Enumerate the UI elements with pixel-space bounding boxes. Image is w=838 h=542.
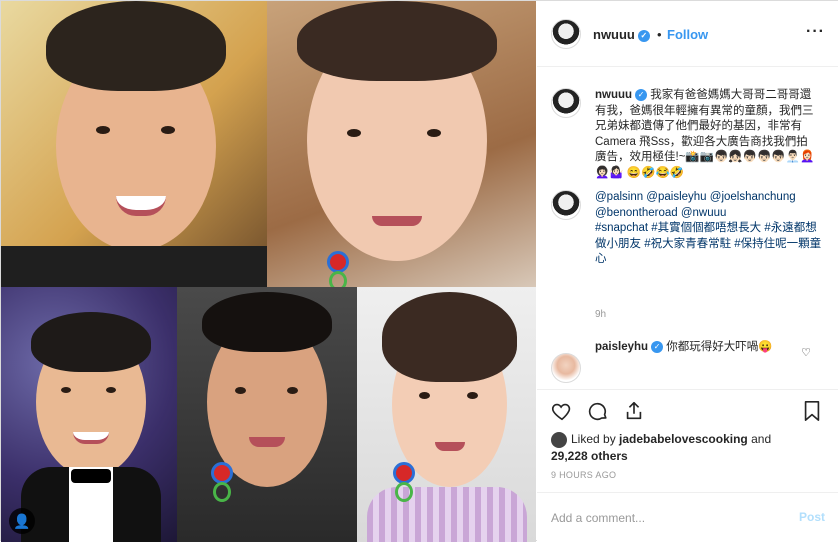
likes-summary: Liked by jadebabelovescooking and 29,228… (551, 431, 831, 464)
liker-username[interactable]: jadebabelovescooking (619, 432, 748, 446)
likes-count[interactable]: 29,228 others (551, 449, 628, 463)
photo-tile-boy-3 (177, 287, 357, 542)
post-caption: nwuuu ✓ 我家有爸爸媽媽大哥哥二哥哥還有我，爸媽很年輕擁有異常的童顏，我們三… (595, 88, 815, 181)
post-photo[interactable]: 👤 (1, 1, 536, 542)
photo-tile-girl-1 (267, 1, 536, 287)
mentions-text[interactable]: @palsinn @paisleyhu @joelshanchung @beno… (595, 190, 823, 221)
share-icon[interactable] (621, 398, 647, 424)
rattle-sticker (325, 251, 351, 287)
bookmark-icon[interactable] (799, 398, 825, 424)
post-modal: 👤 nwuuu ✓ • Follow ··· nwuuu ✓ 我家有爸爸媽媽大哥… (0, 0, 838, 542)
author-username[interactable]: nwuuu (593, 27, 635, 42)
photo-tile-boy-1 (1, 1, 267, 287)
caption-username[interactable]: nwuuu (595, 89, 632, 101)
action-bar (537, 389, 838, 435)
post-header: nwuuu ✓ • Follow ··· (537, 1, 838, 67)
photo-tile-boy-2: 👤 (1, 287, 177, 542)
author-avatar[interactable] (551, 19, 581, 49)
person-tag-icon[interactable]: 👤 (9, 508, 35, 534)
heart-icon[interactable] (549, 398, 575, 424)
likes-and: and (751, 432, 772, 446)
author-username-link[interactable]: nwuuu ✓ (593, 27, 650, 42)
comment-author-avatar[interactable] (551, 190, 581, 220)
post-comment-button[interactable]: Post (799, 510, 825, 524)
comment-like-heart-icon[interactable]: ♡ (801, 346, 811, 359)
more-options-icon[interactable]: ··· (806, 23, 825, 41)
follow-button[interactable]: Follow (667, 27, 708, 42)
likes-prefix: Liked by (571, 432, 616, 446)
comment-mentions: @palsinn @paisleyhu @joelshanchung @beno… (595, 190, 823, 268)
comment-icon[interactable] (585, 398, 611, 424)
verified-badge-icon: ✓ (651, 340, 664, 353)
verified-badge-icon: ✓ (635, 88, 648, 101)
comment-timestamp[interactable]: 9h (595, 309, 606, 320)
hashtags-text[interactable]: #snapchat #其實個個都唔想長大 #永遠都想做小朋友 #祝大家青春常駐 … (595, 221, 823, 268)
comment-item: paisleyhu ✓ 你都玩得好大吓喎😛 (595, 340, 795, 356)
header-separator: • (657, 27, 662, 42)
rattle-sticker (209, 462, 235, 502)
comments-list[interactable]: nwuuu ✓ 我家有爸爸媽媽大哥哥二哥哥還有我，爸媽很年輕擁有異常的童顏，我們三… (537, 68, 838, 388)
verified-badge-icon: ✓ (637, 29, 650, 42)
commenter-username[interactable]: paisleyhu (595, 341, 648, 353)
commenter-avatar[interactable] (551, 353, 581, 383)
comment-input[interactable] (551, 509, 781, 527)
post-sidebar: nwuuu ✓ • Follow ··· nwuuu ✓ 我家有爸爸媽媽大哥哥二哥哥… (537, 1, 838, 542)
comment-text: 你都玩得好大吓喎😛 (666, 341, 773, 353)
caption-text: 我家有爸爸媽媽大哥哥二哥哥還有我，爸媽很年輕擁有異常的童顏，我們三兄弟妹都遺傳了… (595, 89, 815, 179)
add-comment-bar: Post (537, 492, 838, 542)
caption-author-avatar[interactable] (551, 88, 581, 118)
photo-tile-girl-2 (357, 287, 536, 542)
liker-avatar[interactable] (551, 431, 567, 448)
post-timestamp[interactable]: 9 HOURS AGO (551, 470, 616, 480)
rattle-sticker (391, 462, 417, 502)
